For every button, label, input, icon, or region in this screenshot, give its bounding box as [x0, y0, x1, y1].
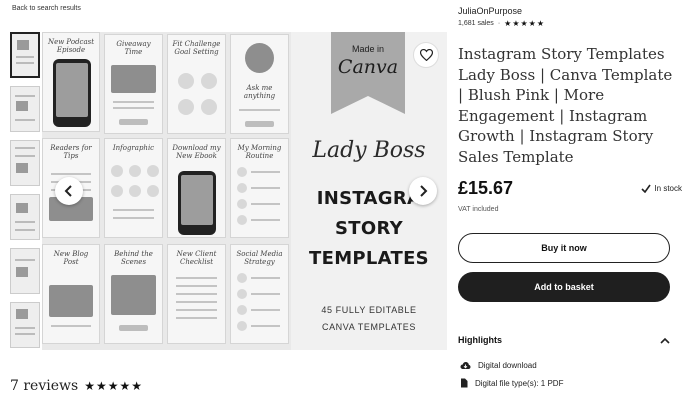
buy-it-now-button[interactable]: Buy it now — [458, 233, 670, 263]
template-tile: Giveaway Time — [104, 34, 163, 134]
shop-sales-row: 1,681 sales · ★★★★★ — [458, 19, 546, 28]
chevron-up-icon — [660, 337, 670, 344]
tile-title: New Podcast Episode — [47, 38, 95, 54]
listing-title: Instagram Story Templates Lady Boss | Ca… — [458, 45, 673, 166]
tile-title: My Morning Routine — [237, 144, 282, 160]
listing-details: JuliaOnPurpose 1,681 sales · ★★★★★ Insta… — [458, 0, 682, 400]
cloud-download-icon — [460, 362, 471, 369]
lady-boss-script: Lady Boss — [312, 138, 426, 163]
tile-title: Infographic — [112, 144, 155, 152]
heart-icon — [419, 49, 433, 61]
product-headline-line2: STORY — [335, 218, 403, 239]
template-tile: My Morning Routine — [230, 138, 289, 238]
file-icon — [461, 378, 468, 388]
price: £15.67 — [458, 178, 514, 198]
highlights-header[interactable]: Highlights — [458, 335, 670, 345]
template-tile: New Podcast Episode — [42, 32, 100, 132]
highlight-text: Digital file type(s): 1 PDF — [475, 378, 564, 388]
template-tile: Fit Challenge Goal Setting — [167, 34, 226, 134]
previous-image-button[interactable] — [55, 177, 83, 205]
add-to-basket-button[interactable]: Add to basket — [458, 272, 670, 302]
stock-status: In stock — [641, 184, 682, 193]
thumbnail[interactable] — [10, 140, 40, 186]
shop-sales-count: 1,681 sales — [458, 20, 494, 27]
thumbnail-strip — [10, 32, 42, 350]
highlights-title: Highlights — [458, 335, 502, 345]
tile-title: Behind the Scenes — [114, 250, 153, 266]
tile-title: Readers for Tips — [50, 144, 92, 160]
rating-stars: ★★★★★ — [84, 379, 143, 393]
checkmark-icon — [641, 184, 652, 193]
thumbnail[interactable] — [10, 302, 40, 348]
thumbnail[interactable] — [10, 86, 40, 132]
thumbnail[interactable] — [10, 248, 40, 294]
template-tile: Download my New Ebook — [167, 138, 226, 238]
listing-main-image: New Podcast Episode Giveaway Time Fit Ch… — [42, 32, 447, 350]
tile-title: New Client Checklist — [176, 250, 217, 266]
highlight-text: Digital download — [478, 361, 537, 370]
favorite-button[interactable] — [413, 42, 439, 68]
tile-title: Giveaway Time — [116, 40, 151, 56]
tile-title: New Blog Post — [53, 250, 89, 266]
shop-rating-stars: ★★★★★ — [504, 19, 546, 28]
template-tile: New Client Checklist — [167, 244, 226, 344]
tile-title: Social Media Strategy — [236, 250, 283, 266]
shop-name-link[interactable]: JuliaOnPurpose — [458, 6, 522, 16]
product-subline2: CANVA TEMPLATES — [321, 322, 417, 332]
made-in-canva-pennant: Made in Canva — [331, 32, 405, 114]
chevron-right-icon — [420, 185, 428, 197]
template-tile: Behind the Scenes — [104, 244, 163, 344]
reviews-summary[interactable]: 7 reviews ★★★★★ — [10, 378, 143, 394]
template-tile: Ask me anything — [230, 34, 289, 134]
product-subline1: 45 FULLY EDITABLE — [321, 305, 417, 315]
template-tile: Social Media Strategy — [230, 244, 289, 344]
chevron-left-icon — [64, 185, 72, 197]
tile-title: Ask me anything — [243, 84, 276, 100]
product-headline-line3: TEMPLATES — [309, 248, 429, 269]
tile-title: Download my New Ebook — [172, 144, 221, 160]
vat-note: VAT included — [458, 206, 499, 213]
canva-label: Canva — [337, 56, 399, 78]
template-tile: Infographic — [104, 138, 163, 238]
tile-title: Fit Challenge Goal Setting — [172, 40, 221, 56]
thumbnail[interactable] — [10, 32, 40, 78]
highlight-file-type: Digital file type(s): 1 PDF — [460, 378, 563, 388]
made-in-label: Made in — [351, 44, 385, 54]
template-tile: New Blog Post — [42, 244, 100, 344]
thumbnail[interactable] — [10, 194, 40, 240]
stock-label: In stock — [654, 184, 682, 193]
reviews-count: 7 reviews — [10, 378, 79, 394]
highlight-digital-download: Digital download — [460, 361, 537, 370]
next-image-button[interactable] — [409, 177, 437, 205]
back-to-search-link[interactable]: Back to search results — [12, 5, 81, 12]
